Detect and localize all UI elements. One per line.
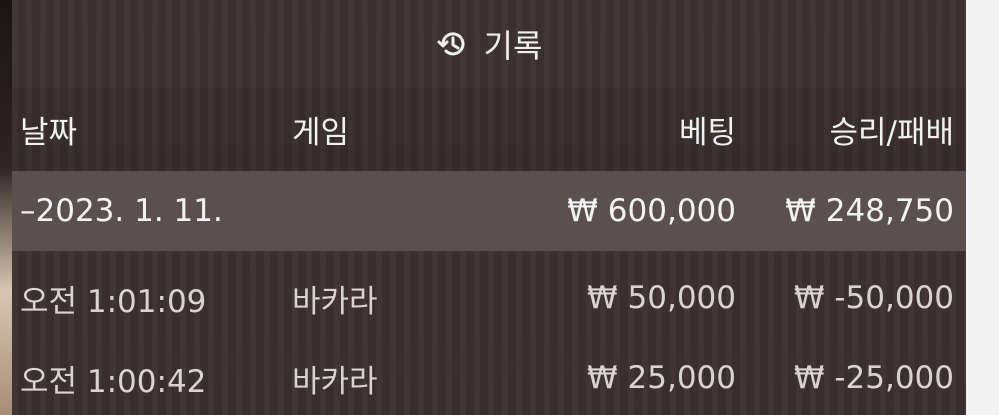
- column-header-result: 승리/패배: [829, 115, 954, 151]
- row-game: 바카라: [292, 283, 378, 320]
- group-bet-total: ₩ 600,000: [567, 193, 736, 229]
- date-group-row[interactable]: –2023. 1. 11. ₩ 600,000 ₩ 248,750: [12, 171, 966, 251]
- page-title: 기록: [483, 27, 543, 65]
- history-panel: 기록 날짜 게임 베팅 승리/패배 –2023. 1. 11. ₩ 600,00…: [12, 0, 966, 415]
- row-time: 오전 1:01:09: [20, 283, 207, 320]
- row-bet: ₩ 25,000: [587, 360, 736, 396]
- group-result-total: ₩ 248,750: [785, 193, 954, 229]
- table-row[interactable]: 오전 1:01:09 바카라 ₩ 50,000 ₩ -50,000: [12, 258, 966, 338]
- column-header-game: 게임: [292, 115, 350, 151]
- table-header: 날짜 게임 베팅 승리/패배: [12, 88, 966, 171]
- history-header: 기록: [12, 0, 966, 88]
- column-header-bet: 베팅: [678, 115, 736, 151]
- page-margin: [966, 0, 999, 415]
- row-game: 바카라: [292, 363, 378, 400]
- row-bet: ₩ 50,000: [587, 280, 736, 316]
- row-result: ₩ -50,000: [793, 280, 954, 316]
- column-header-date: 날짜: [20, 115, 78, 151]
- row-time: 오전 1:00:42: [20, 363, 207, 400]
- table-row[interactable]: 오전 1:00:42 바카라 ₩ 25,000 ₩ -25,000: [12, 338, 966, 415]
- history-icon: [436, 27, 470, 61]
- group-date: –2023. 1. 11.: [20, 193, 223, 229]
- row-result: ₩ -25,000: [793, 360, 954, 396]
- background-image-edge: [0, 0, 12, 415]
